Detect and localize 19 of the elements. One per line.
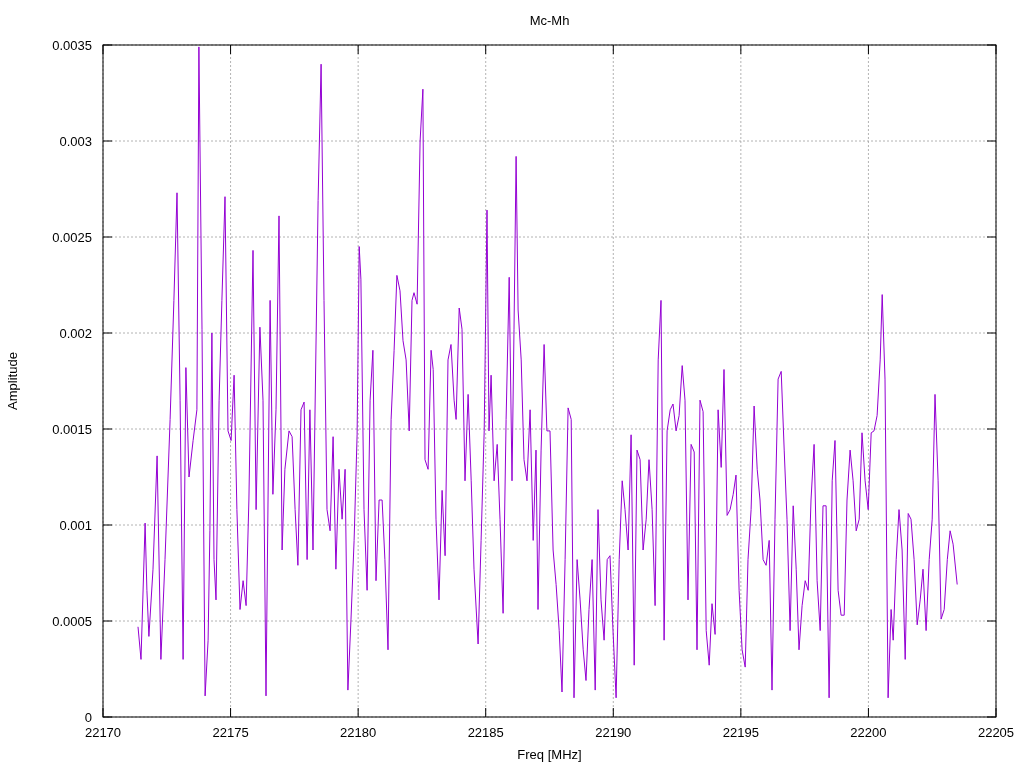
axis-label: Freq [MHz] [517,747,582,762]
tick-label: 22170 [84,725,122,740]
tick-label: 22190 [595,725,632,740]
tick-label: 0 [84,710,92,725]
tick-label: 22200 [850,725,887,740]
tick-label: 22205 [977,725,1015,740]
tick-label: 22175 [212,725,249,740]
tick-label: 22195 [722,725,759,740]
tick-label: 0.0005 [52,614,92,629]
tick-label: 0.003 [59,134,92,149]
tick-label: 22185 [467,725,504,740]
tick-label: 0.001 [59,518,92,533]
tick-label: 0.002 [59,326,92,341]
tick-label: 22180 [340,725,377,740]
axis-label: Amplitude [5,352,20,410]
tick-label: 0.0025 [52,230,92,245]
tick-label: 0.0035 [52,38,92,53]
tick-label: 0.0015 [52,422,92,437]
chart-title: Mc-Mh [529,13,570,28]
